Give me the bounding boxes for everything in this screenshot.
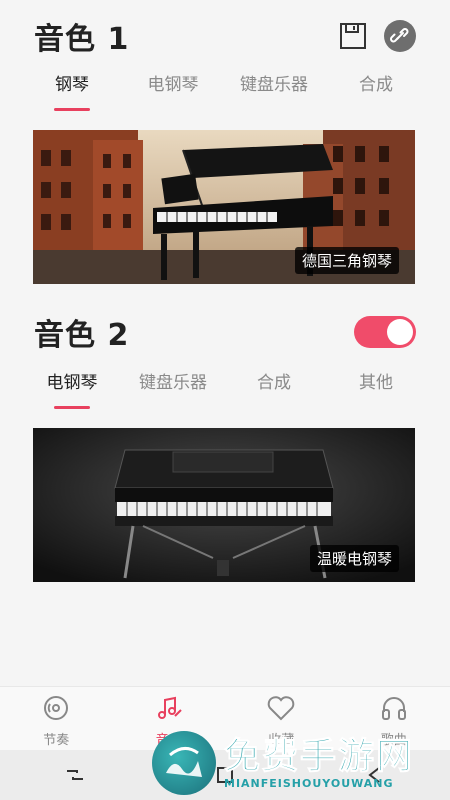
site-watermark: 免费手游网 MIANFEISHOUYOUWANG (152, 726, 442, 800)
headphones-icon (379, 693, 409, 723)
tab-keyboard[interactable]: 键盘乐器 (128, 368, 218, 398)
section2-header: 音色 2 (34, 310, 416, 354)
heart-icon (266, 693, 296, 723)
unlink-icon (390, 28, 409, 43)
tab-label: 电钢琴 (147, 75, 199, 95)
metronome-icon (41, 693, 71, 723)
watermark-subtitle: MIANFEISHOUYOUWANG (224, 776, 394, 790)
tab-synth[interactable]: 合成 (229, 368, 319, 398)
tab-label: 合成 (359, 75, 393, 95)
tab-electric-piano[interactable]: 电钢琴 (128, 70, 218, 100)
unlink-button[interactable] (384, 20, 416, 52)
tab-label: 钢琴 (55, 75, 89, 95)
watermark-logo-icon (152, 731, 216, 795)
section2-tabs: 电钢琴 键盘乐器 合成 其他 (0, 368, 450, 416)
tab-label: 键盘乐器 (240, 75, 308, 95)
tab-piano[interactable]: 钢琴 (27, 70, 117, 111)
active-tab-indicator (54, 406, 90, 409)
tab-synth[interactable]: 合成 (331, 70, 421, 100)
tab-keyboard[interactable]: 键盘乐器 (229, 70, 319, 100)
watermark-title: 免费手游网 (223, 735, 415, 777)
section1-tabs: 钢琴 电钢琴 键盘乐器 合成 (0, 70, 450, 118)
nav-item-rhythm[interactable]: 节奏 (0, 687, 113, 750)
section2-title: 音色 2 (34, 318, 130, 353)
tab-label: 键盘乐器 (139, 373, 207, 393)
save-button[interactable] (338, 21, 368, 51)
section2-enable-toggle[interactable] (354, 316, 416, 348)
sound-name-label: 德国三角钢琴 (294, 247, 399, 274)
toggle-knob (387, 319, 413, 345)
section1-sound-banner[interactable]: 德国三角钢琴 (33, 130, 415, 284)
recent-apps-icon (67, 770, 83, 780)
section1-title: 音色 1 (34, 22, 130, 57)
sound-name-label: 温暖电钢琴 (309, 545, 399, 572)
save-icon (340, 23, 366, 49)
tab-label: 其他 (359, 373, 393, 393)
tab-other[interactable]: 其他 (331, 368, 421, 398)
tab-electric-piano[interactable]: 电钢琴 (27, 368, 117, 409)
section2-sound-banner[interactable]: 温暖电钢琴 (33, 428, 415, 582)
music-note-icon (154, 693, 184, 723)
nav-label: 节奏 (43, 733, 70, 748)
tab-label: 合成 (257, 373, 291, 393)
recent-apps-button[interactable] (55, 755, 95, 795)
section1-header: 音色 1 (34, 14, 416, 58)
tab-label: 电钢琴 (46, 373, 98, 393)
active-tab-indicator (54, 108, 90, 111)
